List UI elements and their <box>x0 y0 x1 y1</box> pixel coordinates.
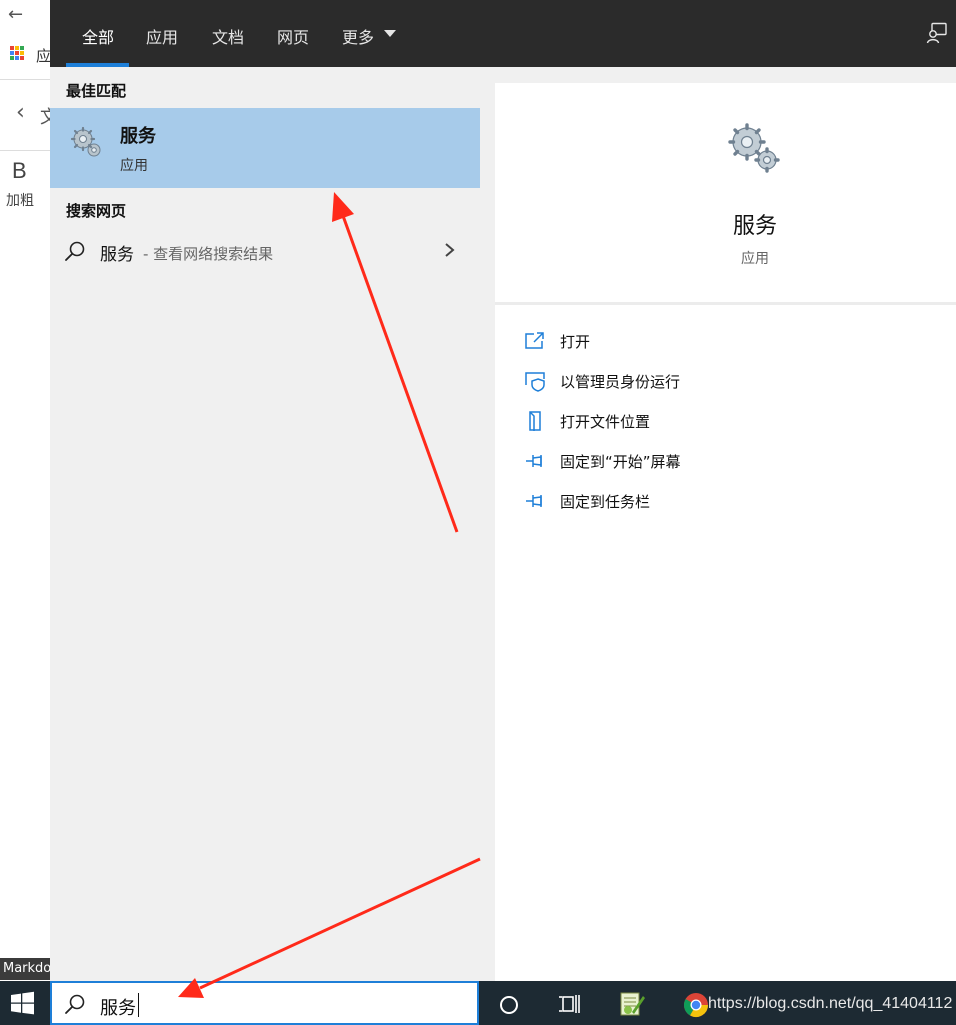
search-icon <box>65 994 85 1014</box>
file-location-icon <box>529 411 541 431</box>
windows-start-icon[interactable] <box>0 981 50 1025</box>
best-match-result[interactable] <box>50 108 480 188</box>
caret-down-icon[interactable] <box>384 30 396 37</box>
active-tab-indicator <box>66 63 129 67</box>
tab-more[interactable]: 更多 <box>342 24 374 48</box>
services-gear-icon <box>70 126 101 157</box>
feedback-icon[interactable] <box>926 22 948 44</box>
best-match-heading: 最佳匹配 <box>66 82 127 100</box>
pin-to-taskbar-label: 固定到任务栏 <box>560 493 651 511</box>
tab-apps[interactable]: 应用 <box>146 24 178 48</box>
services-gear-icon <box>728 123 780 173</box>
tab-documents[interactable]: 文档 <box>212 24 244 48</box>
tab-web[interactable]: 网页 <box>277 24 309 48</box>
bold-label: 加粗 <box>6 193 34 209</box>
divider <box>495 302 956 305</box>
best-match-type: 应用 <box>120 158 148 174</box>
pin-icon <box>526 495 542 507</box>
bold-button[interactable]: B <box>12 158 27 184</box>
chevron-left-icon[interactable]: ‹ <box>16 100 25 125</box>
divider <box>0 79 50 80</box>
chrome-icon[interactable] <box>682 991 710 1019</box>
pin-icon <box>526 455 542 467</box>
detail-app-name: 服务 <box>732 214 777 239</box>
chevron-right-icon[interactable] <box>444 240 456 260</box>
pin-to-start-label: 固定到“开始”屏幕 <box>560 453 681 471</box>
watermark-url: https://blog.csdn.net/qq_41404112 <box>708 995 953 1012</box>
web-search-query: 服务 <box>100 245 134 265</box>
best-match-name: 服务 <box>120 126 156 147</box>
markdown-label: Markdown <box>0 958 50 980</box>
back-arrow-icon[interactable]: ← <box>8 4 23 25</box>
cortana-icon[interactable] <box>498 994 520 1016</box>
task-view-icon[interactable] <box>558 993 582 1015</box>
detail-app-type: 应用 <box>741 251 769 267</box>
search-input-value[interactable]: 服务 <box>100 994 136 1020</box>
open-file-location-label: 打开文件位置 <box>560 413 651 431</box>
apps-grid-icon[interactable] <box>10 46 24 60</box>
search-filter-bar <box>50 0 956 67</box>
divider <box>0 150 50 151</box>
pin-to-start-action[interactable]: 固定到“开始”屏幕 <box>524 447 824 477</box>
pin-to-taskbar-action[interactable]: 固定到任务栏 <box>524 487 824 517</box>
admin-shield-icon <box>525 372 545 392</box>
web-search-description: - 查看网络搜索结果 <box>143 245 274 263</box>
web-search-heading: 搜索网页 <box>66 202 127 220</box>
open-label: 打开 <box>560 333 591 351</box>
open-icon <box>525 332 544 349</box>
open-action[interactable]: 打开 <box>524 327 824 357</box>
open-file-location-action[interactable]: 打开文件位置 <box>524 407 824 437</box>
run-as-admin-label: 以管理员身份运行 <box>560 373 681 391</box>
run-as-admin-action[interactable]: 以管理员身份运行 <box>524 367 824 397</box>
bookmark-label[interactable]: 应 <box>36 45 51 66</box>
search-icon <box>65 241 85 261</box>
background-editor-window <box>0 0 51 981</box>
notepad-plus-plus-icon[interactable] <box>618 990 646 1018</box>
text-cursor <box>138 993 139 1017</box>
tab-all[interactable]: 全部 <box>82 24 114 48</box>
